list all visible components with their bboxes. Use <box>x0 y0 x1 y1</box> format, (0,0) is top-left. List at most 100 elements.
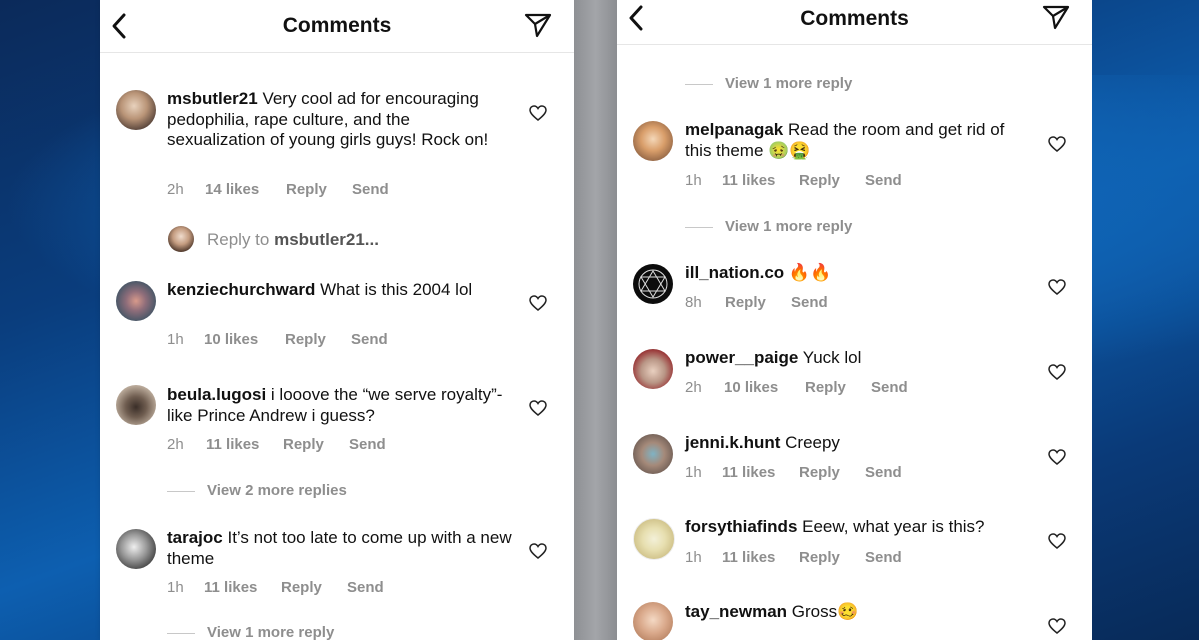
comment-username[interactable]: kenziechurchward <box>167 280 315 299</box>
comment-likes[interactable]: 11 likes <box>722 464 799 481</box>
heart-outline-icon[interactable] <box>1048 533 1066 549</box>
comment-username[interactable]: jenni.k.hunt <box>685 433 780 452</box>
comment-likes[interactable]: 10 likes <box>204 331 285 348</box>
comment-likes[interactable]: 11 likes <box>722 549 799 566</box>
comment-text: kenziechurchward What is this 2004 lol <box>167 280 497 301</box>
heart-outline-icon[interactable] <box>1048 279 1066 295</box>
send-button[interactable]: Send <box>351 331 388 348</box>
send-button[interactable]: Send <box>347 579 384 596</box>
comment-username[interactable]: tarajoc <box>167 528 223 547</box>
paper-plane-icon[interactable] <box>1042 4 1070 35</box>
page-title: Comments <box>800 7 909 30</box>
view-more-label: View 1 more reply <box>207 624 335 640</box>
paper-plane-icon[interactable] <box>524 12 552 43</box>
send-button[interactable]: Send <box>865 549 902 566</box>
divider-line <box>167 490 195 492</box>
comment-likes[interactable]: 11 likes <box>722 172 799 189</box>
heart-outline-icon[interactable] <box>529 295 547 311</box>
heart-outline-icon[interactable] <box>1048 364 1066 380</box>
avatar[interactable] <box>633 121 673 161</box>
view-more-replies-link[interactable]: View 1 more reply <box>685 218 852 235</box>
comment-body: Gross🥴 <box>791 602 859 621</box>
comment-text: ill_nation.co 🔥🔥 <box>685 263 1030 284</box>
own-avatar <box>168 226 194 252</box>
comment-body: What is this 2004 lol <box>320 280 473 299</box>
left-header: Comments <box>100 0 574 53</box>
comment-meta: 1h 11 likes Reply Send <box>167 579 384 596</box>
comment-username[interactable]: melpanagak <box>685 120 783 139</box>
view-more-label: View 1 more reply <box>725 75 853 92</box>
comment-time: 8h <box>685 294 702 311</box>
comment-username[interactable]: msbutler21 <box>167 89 258 108</box>
avatar[interactable] <box>633 518 675 560</box>
comment-likes[interactable]: 14 likes <box>205 181 286 198</box>
heart-outline-icon[interactable] <box>529 543 547 559</box>
reply-target: msbutler21... <box>274 230 379 249</box>
geometric-logo-icon <box>638 269 668 299</box>
comment-body: Eeew, what year is this? <box>802 517 985 536</box>
comment-text: tarajoc It’s not too late to come up wit… <box>167 528 512 569</box>
comment-text: power__paige Yuck lol <box>685 348 1030 369</box>
send-button[interactable]: Send <box>791 294 828 311</box>
heart-outline-icon[interactable] <box>529 105 547 121</box>
reply-button[interactable]: Reply <box>281 579 347 596</box>
comment-text: tay_newman Gross🥴 <box>685 602 1030 623</box>
avatar[interactable] <box>633 264 673 304</box>
avatar[interactable] <box>116 281 156 321</box>
reply-button[interactable]: Reply <box>283 436 349 453</box>
comment-username[interactable]: forsythiafinds <box>685 517 797 536</box>
reply-prompt: Reply to <box>207 230 275 249</box>
right-comments-screen: Comments View 1 more reply melpanagak Re… <box>617 0 1092 640</box>
comment-likes[interactable]: 10 likes <box>724 379 805 396</box>
view-more-label: View 1 more reply <box>725 218 853 235</box>
comment-meta: 8h Reply Send <box>685 294 828 311</box>
comment-text: msbutler21 Very cool ad for encouraging … <box>167 89 497 151</box>
reply-to-input[interactable]: Reply to msbutler21... <box>207 230 379 250</box>
reply-button[interactable]: Reply <box>799 549 865 566</box>
reply-button[interactable]: Reply <box>799 172 865 189</box>
reply-button[interactable]: Reply <box>805 379 871 396</box>
divider-line <box>167 632 195 634</box>
heart-outline-icon[interactable] <box>1048 618 1066 634</box>
reply-button[interactable]: Reply <box>725 294 791 311</box>
reply-button[interactable]: Reply <box>799 464 865 481</box>
comment-time: 2h <box>167 181 184 198</box>
heart-outline-icon[interactable] <box>1048 136 1066 152</box>
avatar[interactable] <box>633 349 673 389</box>
view-more-replies-link[interactable]: View 1 more reply <box>685 75 852 92</box>
page-title: Comments <box>282 14 392 37</box>
avatar[interactable] <box>116 385 156 425</box>
reply-button[interactable]: Reply <box>285 331 351 348</box>
send-button[interactable]: Send <box>865 172 902 189</box>
send-button[interactable]: Send <box>865 464 902 481</box>
comment-likes[interactable]: 11 likes <box>206 436 283 453</box>
comment-time: 1h <box>167 331 184 348</box>
comment-username[interactable]: ill_nation.co <box>685 263 784 282</box>
send-button[interactable]: Send <box>871 379 908 396</box>
avatar[interactable] <box>116 90 156 130</box>
view-more-replies-link[interactable]: View 1 more reply <box>167 624 334 640</box>
comment-meta: 2h 14 likes Reply Send <box>167 181 389 198</box>
avatar[interactable] <box>116 529 156 569</box>
divider-line <box>685 226 713 228</box>
comment-username[interactable]: power__paige <box>685 348 798 367</box>
comment-likes[interactable]: 11 likes <box>204 579 281 596</box>
reply-button[interactable]: Reply <box>286 181 352 198</box>
right-header: Comments <box>617 0 1092 45</box>
comment-username[interactable]: beula.lugosi <box>167 385 266 404</box>
comment-text: beula.lugosi i looove the “we serve roya… <box>167 385 507 426</box>
view-more-replies-link[interactable]: View 2 more replies <box>167 482 347 499</box>
comment-time: 1h <box>685 464 702 481</box>
comment-body: 🔥🔥 <box>788 263 832 282</box>
comment-time: 1h <box>685 549 702 566</box>
heart-outline-icon[interactable] <box>1048 449 1066 465</box>
send-button[interactable]: Send <box>352 181 389 198</box>
comment-time: 1h <box>685 172 702 189</box>
comment-username[interactable]: tay_newman <box>685 602 787 621</box>
avatar[interactable] <box>633 602 673 640</box>
comment-body: Creepy <box>785 433 840 452</box>
avatar[interactable] <box>633 434 673 474</box>
comment-meta: 1h 11 likes Reply Send <box>685 172 902 189</box>
send-button[interactable]: Send <box>349 436 386 453</box>
heart-outline-icon[interactable] <box>529 400 547 416</box>
